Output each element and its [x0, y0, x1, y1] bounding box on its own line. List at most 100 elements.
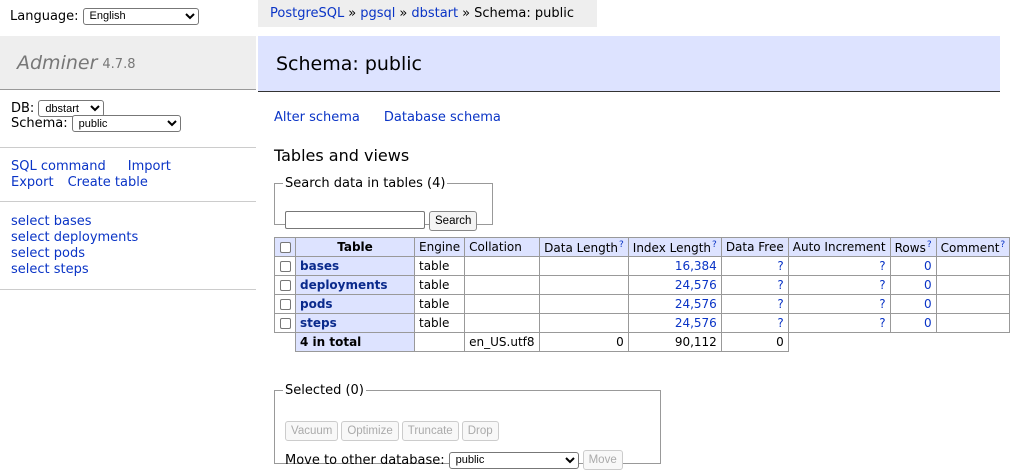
table-row: deployments table 24,576 ? ? 0: [274, 275, 1011, 295]
row-checkbox[interactable]: [279, 280, 291, 291]
table-name-link[interactable]: deployments: [300, 278, 388, 292]
create-table-link[interactable]: Create table: [68, 175, 148, 191]
drop-button[interactable]: Drop: [461, 421, 499, 441]
sidebar-divider: [0, 201, 256, 202]
col-rows: Rows?: [889, 237, 937, 257]
select-steps-link[interactable]: select steps: [11, 262, 138, 278]
total-data-length: 0: [539, 332, 629, 352]
data-free-link[interactable]: ?: [777, 297, 783, 311]
auto-increment-link[interactable]: ?: [879, 297, 885, 311]
alter-schema-link[interactable]: Alter schema: [274, 110, 360, 125]
col-collation: Collation: [464, 237, 541, 257]
table-row: bases table 16,384 ? ? 0: [274, 256, 1011, 276]
select-deployments-link[interactable]: select deployments: [11, 230, 138, 246]
table-name-link[interactable]: pods: [300, 297, 333, 311]
search-button[interactable]: Search: [429, 211, 478, 231]
app-name: Adminer: [17, 51, 98, 74]
export-link[interactable]: Export: [11, 175, 54, 191]
row-checkbox[interactable]: [279, 299, 291, 310]
table-row: pods table 24,576 ? ? 0: [274, 294, 1011, 314]
data-length-cell: [539, 294, 629, 314]
truncate-button[interactable]: Truncate: [401, 421, 459, 441]
app-logo[interactable]: Adminer 4.7.8: [0, 36, 256, 90]
rows-link[interactable]: 0: [924, 316, 932, 330]
data-length-cell: [539, 256, 629, 276]
engine-cell: table: [413, 294, 466, 314]
data-free-link[interactable]: ?: [777, 316, 783, 330]
engine-cell: table: [413, 313, 466, 333]
auto-increment-link[interactable]: ?: [879, 259, 885, 273]
total-collation: en_US.utf8: [464, 332, 541, 352]
data-free-link[interactable]: ?: [777, 278, 783, 292]
engine-cell: table: [413, 275, 466, 295]
breadcrumb-current: Schema: public: [474, 6, 574, 21]
tables-grid: Table Engine Collation Data Length? Inde…: [274, 237, 1011, 352]
schema-label: Schema:: [11, 116, 68, 131]
breadcrumb-server[interactable]: pgsql: [360, 6, 395, 21]
col-engine: Engine: [413, 237, 466, 257]
total-label: 4 in total: [295, 332, 415, 352]
search-input[interactable]: [285, 211, 425, 229]
col-table: Table: [295, 237, 415, 257]
section-title: Tables and views: [274, 146, 410, 165]
language-label: Language:: [10, 8, 79, 24]
select-bases-link[interactable]: select bases: [11, 214, 138, 230]
sidebar-commands: SQL command Import Export Create table: [11, 159, 171, 191]
auto-increment-link[interactable]: ?: [879, 316, 885, 330]
sql-command-link[interactable]: SQL command: [11, 159, 106, 175]
move-label: Move to other database:: [285, 452, 445, 468]
collation-cell: [464, 256, 541, 276]
col-comment: Comment?: [935, 237, 1011, 257]
collation-cell: [464, 275, 541, 295]
collation-cell: [464, 294, 541, 314]
data-free-link[interactable]: ?: [777, 259, 783, 273]
row-checkbox[interactable]: [279, 261, 291, 272]
rows-link[interactable]: 0: [924, 297, 932, 311]
db-label: DB:: [11, 101, 35, 116]
comment-cell: [935, 294, 1011, 314]
app-version: 4.7.8: [102, 57, 136, 72]
optimize-button[interactable]: Optimize: [341, 421, 399, 441]
rows-link[interactable]: 0: [924, 259, 932, 273]
table-total-row: 4 in total en_US.utf8 0 90,112 0: [275, 332, 1010, 352]
table-name-link[interactable]: steps: [300, 316, 337, 330]
help-icon[interactable]: ?: [1000, 240, 1005, 250]
breadcrumb-separator: »: [462, 6, 471, 21]
help-icon[interactable]: ?: [619, 240, 624, 250]
breadcrumb-separator: »: [399, 6, 408, 21]
selected-legend: Selected (0): [285, 383, 364, 398]
breadcrumb-database[interactable]: dbstart: [411, 6, 458, 21]
schema-actions: Alter schema Database schema: [274, 110, 501, 125]
page-title: Schema: public: [258, 36, 1000, 92]
breadcrumb-separator: »: [348, 6, 357, 21]
help-icon[interactable]: ?: [712, 240, 717, 250]
table-row: steps table 24,576 ? ? 0: [274, 313, 1011, 333]
vacuum-button[interactable]: Vacuum: [285, 421, 339, 441]
index-length-link[interactable]: 24,576: [675, 316, 717, 330]
move-target-select[interactable]: public: [448, 451, 579, 469]
index-length-link[interactable]: 24,576: [675, 278, 717, 292]
database-schema-link[interactable]: Database schema: [384, 110, 501, 125]
import-link[interactable]: Import: [128, 159, 171, 175]
collation-cell: [464, 313, 541, 333]
search-legend: Search data in tables (4): [285, 176, 446, 191]
total-data-free: 0: [720, 332, 789, 352]
language-select[interactable]: English: [82, 7, 199, 25]
breadcrumb-postgresql[interactable]: PostgreSQL: [270, 6, 344, 21]
database-selector: DB: dbstart Schema: public: [11, 100, 181, 132]
row-checkbox[interactable]: [279, 318, 291, 329]
comment-cell: [935, 313, 1011, 333]
schema-select[interactable]: public: [71, 115, 181, 132]
table-name-link[interactable]: bases: [300, 259, 339, 273]
index-length-link[interactable]: 16,384: [675, 259, 717, 273]
index-length-link[interactable]: 24,576: [675, 297, 717, 311]
select-all-checkbox[interactable]: [279, 242, 291, 253]
data-length-cell: [539, 275, 629, 295]
sidebar-table-list: select bases select deployments select p…: [11, 214, 138, 278]
table-header-row: Table Engine Collation Data Length? Inde…: [274, 237, 1011, 257]
help-icon[interactable]: ?: [927, 240, 932, 250]
auto-increment-link[interactable]: ?: [879, 278, 885, 292]
select-pods-link[interactable]: select pods: [11, 246, 138, 262]
move-button[interactable]: Move: [582, 450, 623, 470]
rows-link[interactable]: 0: [924, 278, 932, 292]
